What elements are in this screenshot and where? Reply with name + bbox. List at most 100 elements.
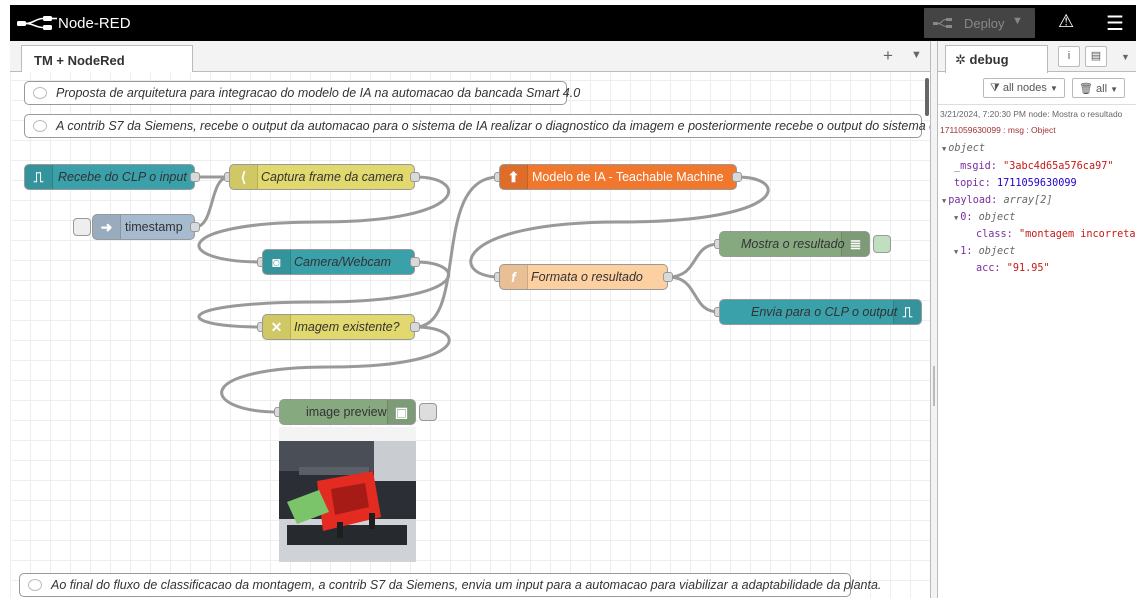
inject-node[interactable]: ➜ timestamp: [92, 214, 195, 240]
image-preview-node[interactable]: image preview ▣: [279, 399, 416, 425]
comment-text: A contrib S7 da Siemens, recebe o output…: [56, 119, 959, 133]
debug-type: object: [978, 246, 1016, 257]
comment-text: Ao final do fluxo de classificacao da mo…: [51, 578, 882, 592]
output-port[interactable]: [732, 172, 742, 182]
node-label: image preview: [306, 405, 387, 419]
output-port[interactable]: [190, 222, 200, 232]
s7-icon: ⎍: [25, 165, 53, 189]
filter-label: all nodes: [1002, 82, 1047, 94]
tab-debug[interactable]: ✲ debug: [945, 45, 1048, 73]
sidebar-menu-icon[interactable]: ▼: [1121, 52, 1130, 62]
function-icon: f: [500, 265, 528, 289]
help-book-icon[interactable]: ▤: [1085, 46, 1107, 67]
node-label: Envia para o CLP o output: [751, 305, 898, 319]
node-label: Recebe do CLP o input: [58, 170, 187, 184]
function-node[interactable]: f Formata o resultado: [499, 264, 668, 290]
debug-row-msgid: _msgid: "3abc4d65a576ca97": [954, 161, 1113, 172]
debug-type: object: [978, 212, 1016, 223]
debug-value: "91.95": [1006, 263, 1050, 274]
comment-node[interactable]: Proposta de arquitetura para integracao …: [24, 81, 580, 105]
arrow-right-icon: ➜: [93, 215, 121, 239]
clear-messages-button[interactable]: 🗑 all ▼: [1072, 78, 1126, 98]
tab-debug-label: debug: [969, 52, 1009, 67]
sidebar-grip[interactable]: [933, 366, 935, 406]
node-red-editor: Node-RED Deploy ▼ ⚠ ☰ TM + NodeRed + ▼ P…: [0, 0, 1136, 598]
filter-icon: ⧩: [990, 82, 1000, 94]
tensorflow-icon: ⬆: [500, 165, 528, 189]
node-label: Formata o resultado: [531, 270, 643, 284]
s7-in-node[interactable]: ⎍ Recebe do CLP o input: [24, 164, 195, 190]
debug-key: payload:: [948, 195, 998, 206]
comment-node[interactable]: Ao final do fluxo de classificacao da mo…: [19, 573, 881, 597]
debug-key: 1:: [960, 246, 973, 257]
filter-nodes-button[interactable]: ⧩ all nodes ▼: [983, 78, 1065, 98]
comment-icon: [28, 579, 42, 591]
debug-key: topic:: [954, 178, 991, 189]
clear-label: all: [1096, 83, 1108, 95]
debug-row-item1[interactable]: ▼ 1: object: [954, 246, 1015, 257]
s7-icon: ⎍: [893, 300, 921, 324]
chevron-down-icon: ▼: [1049, 84, 1058, 93]
debug-row-topic: topic: 1711059630099: [954, 178, 1077, 189]
output-port[interactable]: [190, 172, 200, 182]
wire: [469, 175, 770, 279]
debug-toolbar: ⧩ all nodes ▼ 🗑 all ▼: [938, 73, 1136, 105]
sidebar-separator[interactable]: [930, 41, 938, 598]
debug-value: "montagem incorreta": [1018, 229, 1136, 240]
expand-icon: ▼: [954, 214, 959, 222]
s7-out-node[interactable]: Envia para o CLP o output ⎍: [719, 299, 922, 325]
wire: [194, 175, 230, 229]
switch-node-imagem[interactable]: ✕ Imagem existente?: [262, 314, 415, 340]
output-port[interactable]: [410, 257, 420, 267]
debug-key: 0:: [960, 212, 973, 223]
comment-text: Proposta de arquitetura para integracao …: [56, 86, 581, 100]
output-port[interactable]: [410, 322, 420, 332]
node-label: Modelo de IA - Teachable Machine: [532, 170, 724, 184]
image-preview: [279, 427, 416, 562]
debug-meta: 3/21/2024, 7:20:30 PM node: Mostra o res…: [940, 109, 1123, 119]
debug-value: 1711059630099: [996, 178, 1077, 189]
debug-list-icon: ≣: [841, 232, 869, 256]
node-label: timestamp: [125, 220, 183, 234]
info-icon[interactable]: i: [1058, 46, 1080, 67]
wire: [667, 275, 720, 314]
bug-icon: ✲: [955, 52, 966, 67]
node-label: Imagem existente?: [294, 320, 400, 334]
camera-icon: ◙: [263, 250, 291, 274]
debug-row-class: class: "montagem incorreta": [976, 229, 1136, 240]
comment-node[interactable]: A contrib S7 da Siemens, recebe o output…: [24, 114, 958, 138]
debug-toggle-button[interactable]: [873, 235, 891, 253]
debug-key: acc:: [976, 263, 1001, 274]
output-port[interactable]: [663, 272, 673, 282]
node-label: Captura frame da camera: [261, 170, 404, 184]
preview-toggle-button[interactable]: [419, 403, 437, 421]
camera-node[interactable]: ◙ Camera/Webcam: [262, 249, 415, 275]
sidebar-tabs: ✲ debug i ▤ ▼: [938, 41, 1136, 73]
node-label: Mostra o resultado: [741, 237, 845, 251]
wire: [667, 242, 720, 279]
output-port[interactable]: [410, 172, 420, 182]
debug-node[interactable]: Mostra o resultado ≣: [719, 231, 870, 257]
image-icon: ▣: [387, 400, 415, 424]
shuffle-icon: ✕: [263, 315, 291, 339]
expand-icon: ▼: [942, 145, 947, 153]
expand-icon: ▼: [954, 248, 959, 256]
debug-key: class:: [976, 229, 1013, 240]
trash-icon: 🗑: [1079, 83, 1093, 95]
preview-photo: [279, 427, 416, 562]
debug-type: object: [948, 143, 986, 154]
debug-row-payload[interactable]: ▼ payload: array[2]: [942, 195, 1053, 206]
debug-row-acc: acc: "91.95": [976, 263, 1050, 274]
debug-value: "3abc4d65a576ca97": [1003, 161, 1114, 172]
sidebar: ✲ debug i ▤ ▼ ⧩ all nodes ▼ 🗑 all ▼ 3/21…: [938, 41, 1136, 598]
change-node-captura[interactable]: ⟨ Captura frame da camera: [229, 164, 415, 190]
inject-trigger-button[interactable]: [73, 218, 91, 236]
wire: [414, 175, 500, 329]
node-label: Camera/Webcam: [294, 255, 392, 269]
debug-key: _msgid:: [954, 161, 997, 172]
debug-type: array[2]: [1003, 195, 1053, 206]
teachable-machine-node[interactable]: ⬆ Modelo de IA - Teachable Machine: [499, 164, 737, 190]
comment-icon: [33, 87, 47, 99]
debug-row-item0[interactable]: ▼ 0: object: [954, 212, 1015, 223]
debug-row-root[interactable]: ▼ object: [942, 143, 985, 154]
